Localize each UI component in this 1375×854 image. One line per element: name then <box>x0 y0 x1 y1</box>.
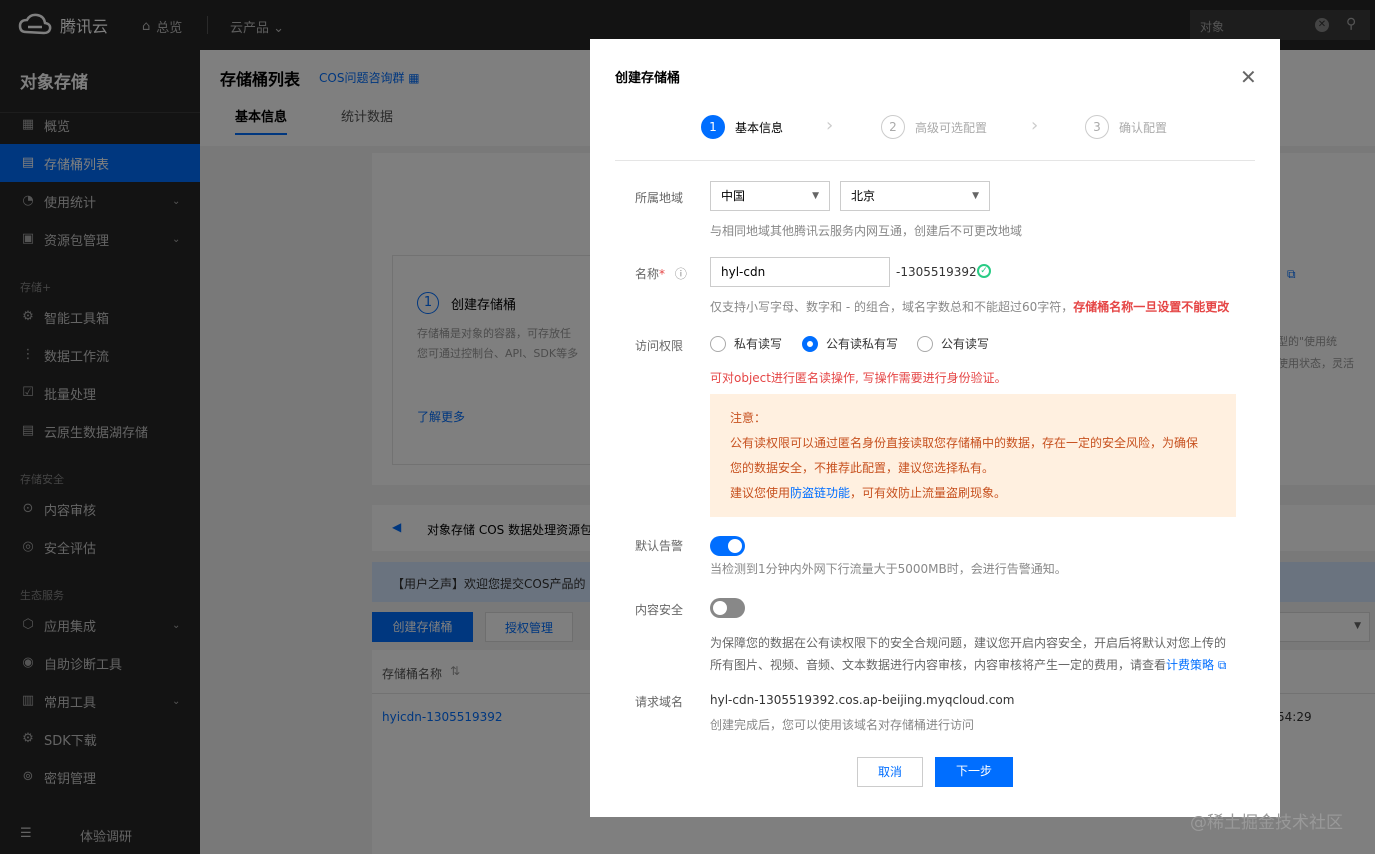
access-public-rw-radio[interactable]: 公有读写 <box>917 335 989 352</box>
domain-label: 请求域名 <box>635 695 684 709</box>
alarm-toggle[interactable] <box>710 536 745 556</box>
watermark: @稀土掘金技术社区 <box>1190 813 1343 833</box>
close-icon[interactable]: ✕ <box>1240 65 1257 89</box>
check-icon: ✓ <box>977 264 991 278</box>
radio-icon <box>710 335 726 352</box>
chevron-right-icon: › <box>1031 115 1039 136</box>
content-security-label: 内容安全 <box>635 603 684 617</box>
hotlink-protection-link[interactable]: 防盗链功能 <box>790 486 850 500</box>
alarm-hint: 当检测到1分钟内外网下行流量大于5000MB时，会进行告警通知。 <box>710 562 1067 576</box>
hint-text: 所有图片、视频、音频、文本数据进行内容审核，内容审核将产生一定的费用，请查看 <box>710 658 1167 672</box>
chevron-right-icon: › <box>826 115 834 136</box>
step-label: 高级可选配置 <box>915 120 988 135</box>
note-text: 您的数据安全，不推荐此配置，建议您选择私有。 <box>730 461 995 475</box>
step-number: 1 <box>701 115 725 139</box>
security-note: 注意： 公有读权限可以通过匿名身份直接读取您存储桶中的数据，存在一定的安全风险，… <box>710 394 1236 517</box>
caret-down-icon: ▼ <box>972 191 979 201</box>
create-bucket-dialog: 创建存储桶 ✕ 1 基本信息 › 2 高级可选配置 › 3 确认配置 所属地域 … <box>590 39 1280 817</box>
hint-warning: 存储桶名称一旦设置不能更改 <box>1073 300 1230 314</box>
input-value: hyl-cdn <box>721 265 766 279</box>
radio-icon <box>917 335 933 352</box>
content-security-toggle[interactable] <box>710 598 745 618</box>
radio-checked-icon <box>802 335 818 352</box>
step-number: 2 <box>881 115 905 139</box>
hint-text: 为保障您的数据在公有读权限下的安全合规问题，建议您开启内容安全，开启后将默认对您… <box>710 636 1227 650</box>
note-text: 建议您使用防盗链功能，可有效防止流量盗刷现象。 <box>730 481 1216 506</box>
select-value: 北京 <box>851 189 876 203</box>
select-value: 中国 <box>721 189 746 203</box>
toggle-knob <box>728 539 742 553</box>
note-text: 公有读权限可以通过匿名身份直接读取您存储桶中的数据，存在一定的安全风险，为确保 <box>730 436 1199 450</box>
access-public-read-radio[interactable]: 公有读私有写 <box>802 335 898 352</box>
next-button[interactable]: 下一步 <box>935 757 1013 787</box>
cancel-button[interactable]: 取消 <box>857 757 923 787</box>
name-label: 名称* ⓘ <box>635 265 687 282</box>
region-hint: 与相同地域其他腾讯云服务内网互通，创建后不可更改地域 <box>710 224 1023 238</box>
radio-label: 公有读写 <box>941 337 990 351</box>
label-text: 名称 <box>635 267 660 281</box>
toggle-knob <box>713 601 727 615</box>
caret-down-icon: ▼ <box>812 191 819 201</box>
hint-text: 仅支持小写字母、数字和 - 的组合，域名字数总和不能超过60字符， <box>710 300 1074 314</box>
info-icon[interactable]: ⓘ <box>675 267 687 281</box>
note-text-part: 建议您使用 <box>730 486 791 500</box>
dialog-title: 创建存储桶 <box>615 71 681 86</box>
billing-policy-link[interactable]: 计费策略 <box>1166 658 1214 672</box>
divider <box>615 160 1255 161</box>
name-hint: 仅支持小写字母、数字和 - 的组合，域名字数总和不能超过60字符，存储桶名称一旦… <box>710 298 1229 315</box>
access-label: 访问权限 <box>635 339 684 353</box>
bucket-name-input[interactable]: hyl-cdn <box>710 257 890 287</box>
step-basic-info: 1 基本信息 <box>701 115 783 139</box>
region-city-select[interactable]: 北京 ▼ <box>840 181 990 211</box>
radio-label: 公有读私有写 <box>826 337 899 351</box>
region-country-select[interactable]: 中国 ▼ <box>710 181 830 211</box>
step-number: 3 <box>1085 115 1109 139</box>
step-confirm: 3 确认配置 <box>1085 115 1167 139</box>
required-mark: * <box>659 267 666 281</box>
name-suffix: -1305519392 <box>896 265 977 279</box>
domain-hint: 创建完成后，您可以使用该域名对存储桶进行访问 <box>710 718 975 732</box>
access-private-radio[interactable]: 私有读写 <box>710 335 782 352</box>
note-text-part: ，可有效防止流量盗刷现象。 <box>850 486 1007 500</box>
content-security-hint: 为保障您的数据在公有读权限下的安全合规问题，建议您开启内容安全，开启后将默认对您… <box>710 632 1226 676</box>
step-label: 确认配置 <box>1119 120 1168 135</box>
step-label: 基本信息 <box>735 120 784 135</box>
region-label: 所属地域 <box>635 191 684 205</box>
alarm-label: 默认告警 <box>635 539 684 553</box>
external-link-icon[interactable]: ⧉ <box>1214 658 1227 672</box>
radio-label: 私有读写 <box>734 337 783 351</box>
note-title: 注意： <box>730 411 767 425</box>
domain-value: hyl-cdn-1305519392.cos.ap-beijing.myqclo… <box>710 693 1015 707</box>
step-advanced: 2 高级可选配置 <box>881 115 987 139</box>
access-warning: 可对object进行匿名读操作, 写操作需要进行身份验证。 <box>710 371 1007 385</box>
